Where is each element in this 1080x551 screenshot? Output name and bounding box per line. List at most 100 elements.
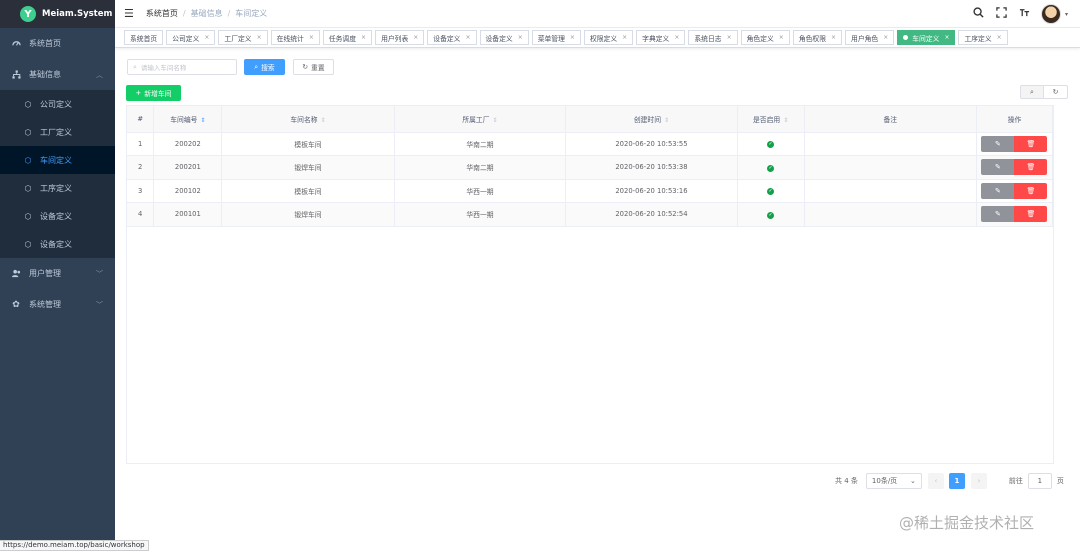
breadcrumb: 系统首页 / 基础信息 / 车间定义 <box>146 8 267 19</box>
column-header-code[interactable]: 车间编号 ⇕ <box>153 106 223 133</box>
sidebar-sub-item-equipment-2[interactable]: ⬡ 设备定义 <box>0 230 115 258</box>
tag-tab[interactable]: 用户角色 × <box>845 30 895 45</box>
table-row[interactable]: 3 200102 模板车间 华西一期 2020-06-20 10:53:16 ✓ ✎ 🗑 <box>127 179 1054 203</box>
edit-button[interactable]: ✎ <box>981 159 1015 176</box>
breadcrumb-item: 车间定义 <box>235 9 268 18</box>
close-icon[interactable]: × <box>997 34 1002 41</box>
sidebar-item-users[interactable]: 用户管理 ﹀ <box>0 258 115 289</box>
gear-icon: ✿ <box>12 299 20 310</box>
fullscreen-icon[interactable] <box>995 7 1009 21</box>
tag-tab[interactable]: 公司定义 × <box>166 30 216 45</box>
delete-button[interactable]: 🗑 <box>1014 159 1048 176</box>
caret-down-icon[interactable]: ▾ <box>1065 11 1068 18</box>
table-row[interactable]: 2 200201 锻焊车间 华南二期 2020-06-20 10:53:38 ✓ ✎ 🗑 <box>127 155 1054 180</box>
column-header-name[interactable]: 车间名称 ⇕ <box>221 106 395 133</box>
sidebar-sub-item-company[interactable]: ⬡ 公司定义 <box>0 90 115 118</box>
table-row[interactable]: 1 200202 模板车间 华南二期 2020-06-20 10:53:55 ✓ ✎ 🗑 <box>127 132 1054 156</box>
sidebar-item-home[interactable]: 系统首页 <box>0 28 115 59</box>
tag-tab[interactable]: 车间定义 × <box>897 30 956 45</box>
edit-button[interactable]: ✎ <box>981 135 1015 152</box>
close-icon[interactable]: × <box>727 34 732 41</box>
search-input[interactable]: ⌕ 请输入车间名称 <box>127 59 237 75</box>
font-size-icon[interactable] <box>1018 7 1032 21</box>
close-icon[interactable]: × <box>674 34 679 41</box>
edit-button[interactable]: ✎ <box>981 182 1015 199</box>
delete-button[interactable]: 🗑 <box>1014 206 1048 223</box>
tag-tab[interactable]: 工序定义 × <box>958 30 1008 45</box>
sort-icon[interactable]: ⇕ <box>493 117 498 124</box>
table-row[interactable]: 4 200101 锻焊车间 华西一期 2020-06-20 10:52:54 ✓ ✎ 🗑 <box>127 202 1054 227</box>
check-circle-icon: ✓ <box>767 188 775 196</box>
close-icon[interactable]: × <box>413 34 418 41</box>
tag-tab[interactable]: 系统日志 × <box>688 30 738 45</box>
sort-icon[interactable]: ⇕ <box>321 117 326 124</box>
sidebar-sub-item-process[interactable]: ⬡ 工序定义 <box>0 174 115 202</box>
cell-enabled: ✓ <box>737 179 805 203</box>
tag-tab[interactable]: 角色权限 × <box>792 30 843 45</box>
cell-name: 锻焊车间 <box>221 202 395 227</box>
tag-tab[interactable]: 系统首页 <box>124 30 164 45</box>
tag-tab[interactable]: 角色定义 × <box>740 30 790 45</box>
delete-button[interactable]: 🗑 <box>1014 182 1048 199</box>
sort-icon[interactable]: ⇕ <box>664 117 669 124</box>
close-icon[interactable]: × <box>622 34 627 41</box>
sidebar-sub-label: 车间定义 <box>40 155 72 165</box>
close-icon[interactable]: × <box>883 34 888 41</box>
close-icon[interactable]: × <box>570 34 575 41</box>
sidebar-item-label: 系统管理 <box>29 300 61 309</box>
next-page-button[interactable]: › <box>970 473 987 489</box>
hamburger-icon[interactable]: ☰ <box>124 7 134 20</box>
add-workshop-button[interactable]: + 新增车间 <box>126 85 181 101</box>
tag-tab[interactable]: 在线统计 × <box>270 30 320 45</box>
tag-tab[interactable]: 菜单管理 × <box>531 30 581 45</box>
sidebar-sub-label: 设备定义 <box>40 239 72 249</box>
tag-tab[interactable]: 设备定义 × <box>427 30 477 45</box>
brand[interactable]: Y Meiam.System <box>0 0 115 28</box>
close-icon[interactable]: × <box>309 34 314 41</box>
delete-button[interactable]: 🗑 <box>1014 135 1048 152</box>
sidebar-sub-item-equipment[interactable]: ⬡ 设备定义 <box>0 202 115 230</box>
search-button[interactable]: ⌕ 搜索 <box>244 59 285 75</box>
cell-actions: ✎ 🗑 <box>976 202 1054 227</box>
tag-tab[interactable]: 用户列表 × <box>375 30 425 45</box>
close-icon[interactable]: × <box>204 34 209 41</box>
tag-tab[interactable]: 工厂定义 × <box>218 30 268 45</box>
close-icon[interactable]: × <box>465 34 470 41</box>
tag-tab[interactable]: 任务调度 × <box>322 30 373 45</box>
sidebar-item-system[interactable]: ✿ 系统管理 ﹀ <box>0 289 115 320</box>
tag-tab[interactable]: 设备定义 × <box>479 30 529 45</box>
cell-index: 3 <box>127 179 155 203</box>
search-icon[interactable] <box>972 7 986 21</box>
column-header-created[interactable]: 创建时间 ⇕ <box>565 106 738 133</box>
sidebar-sub-label: 设备定义 <box>40 211 72 221</box>
close-icon[interactable]: × <box>257 34 262 41</box>
sort-icon[interactable]: ⇕ <box>783 117 788 124</box>
sidebar-sub-item-workshop[interactable]: ⬡ 车间定义 <box>0 146 115 174</box>
column-header-enabled[interactable]: 是否启用 ⇕ <box>737 106 805 133</box>
sort-icon[interactable]: ⇕ <box>200 117 205 124</box>
avatar[interactable] <box>1040 4 1061 24</box>
close-icon[interactable]: × <box>361 34 366 41</box>
edit-button[interactable]: ✎ <box>981 206 1015 223</box>
tag-tab[interactable]: 字典定义 × <box>636 30 686 45</box>
tag-tab[interactable]: 权限定义 × <box>583 30 634 45</box>
cell-enabled: ✓ <box>737 155 805 180</box>
page-size-select[interactable]: 10条/页 ⌄ <box>865 473 922 489</box>
page-number[interactable]: 1 <box>948 473 965 489</box>
reset-button[interactable]: ↻ 重置 <box>293 59 334 75</box>
close-icon[interactable]: × <box>944 34 949 41</box>
close-icon[interactable]: × <box>518 34 523 41</box>
refresh-icon[interactable]: ↻ <box>1044 85 1068 99</box>
goto-page-input[interactable]: 1 <box>1027 473 1052 489</box>
dashboard-icon <box>11 39 21 49</box>
reset-button-label: 重置 <box>311 64 325 72</box>
breadcrumb-item[interactable]: 系统首页 <box>146 8 178 19</box>
close-icon[interactable]: × <box>779 34 784 41</box>
sidebar-item-basic-info[interactable]: 基础信息 ︿ <box>0 59 115 90</box>
prev-page-button[interactable]: ‹ <box>927 473 944 489</box>
column-header-factory[interactable]: 所属工厂 ⇕ <box>394 106 567 133</box>
sidebar-sub-item-factory[interactable]: ⬡ 工厂定义 <box>0 118 115 146</box>
close-icon[interactable]: × <box>831 34 836 41</box>
row-actions: ✎ 🗑 <box>981 135 1048 152</box>
toggle-search-icon[interactable]: ⌕ <box>1020 85 1044 99</box>
